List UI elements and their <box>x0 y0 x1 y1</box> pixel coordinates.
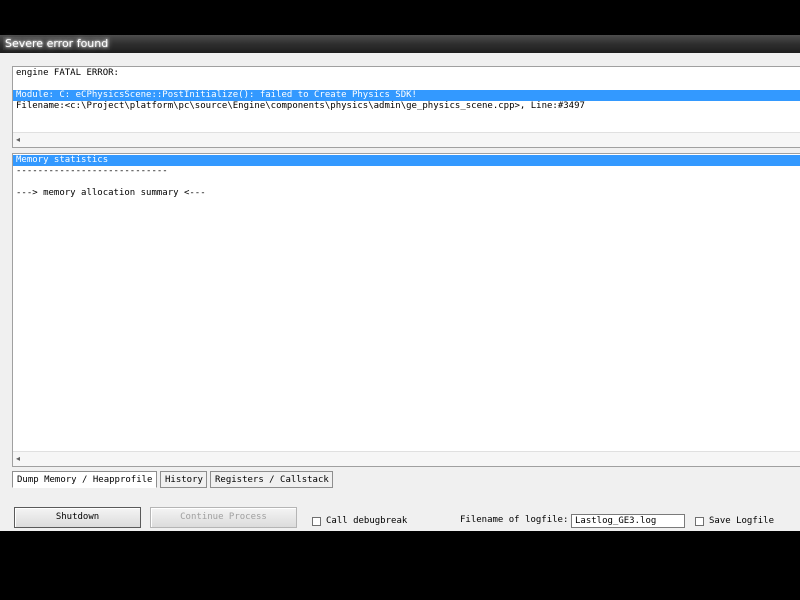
save-logfile-label: Save Logfile <box>709 516 775 526</box>
call-debugbreak-checkbox[interactable] <box>312 517 321 526</box>
continue-process-button[interactable]: Continue Process <box>150 507 297 528</box>
error-message-panel[interactable]: engine FATAL ERROR: Module: C: eCPhysics… <box>12 66 800 148</box>
tab-history[interactable]: History <box>160 471 207 488</box>
error-blank-line <box>13 79 800 90</box>
error-module-line[interactable]: Module: C: eCPhysicsScene::PostInitializ… <box>13 90 800 101</box>
error-filename-line[interactable]: Filename:<c:\Project\platform\pc\source\… <box>13 101 800 112</box>
error-panel-horizontal-scrollbar[interactable]: ◂ <box>13 132 800 147</box>
memory-statistics-heading[interactable]: Memory statistics <box>13 155 800 166</box>
scroll-left-arrow-icon[interactable]: ◂ <box>16 454 20 463</box>
title-bar[interactable]: Severe error found <box>0 35 800 53</box>
memory-separator-line: ---------------------------- <box>16 166 168 176</box>
scroll-left-arrow-icon[interactable]: ◂ <box>16 135 20 144</box>
logfile-name-label: Filename of logfile: <box>460 515 569 525</box>
memory-panel-horizontal-scrollbar[interactable]: ◂ <box>13 451 800 466</box>
error-heading: engine FATAL ERROR: <box>16 68 119 78</box>
logfile-name-input[interactable]: Lastlog_GE3.log <box>571 514 685 528</box>
memory-allocation-summary-line: ---> memory allocation summary <--- <box>16 188 206 198</box>
tab-registers-callstack[interactable]: Registers / Callstack <box>210 471 333 488</box>
error-dialog-window: Severe error found engine FATAL ERROR: M… <box>0 35 800 531</box>
call-debugbreak-label: Call debugbreak <box>326 516 408 526</box>
save-logfile-checkbox[interactable] <box>695 517 704 526</box>
window-title: Severe error found <box>3 37 111 50</box>
memory-statistics-panel[interactable]: Memory statistics ----------------------… <box>12 153 800 467</box>
tab-dump-memory-heapprofile[interactable]: Dump Memory / Heapprofile <box>12 471 157 488</box>
shutdown-button[interactable]: Shutdown <box>14 507 141 528</box>
memory-blank-line <box>13 177 800 188</box>
